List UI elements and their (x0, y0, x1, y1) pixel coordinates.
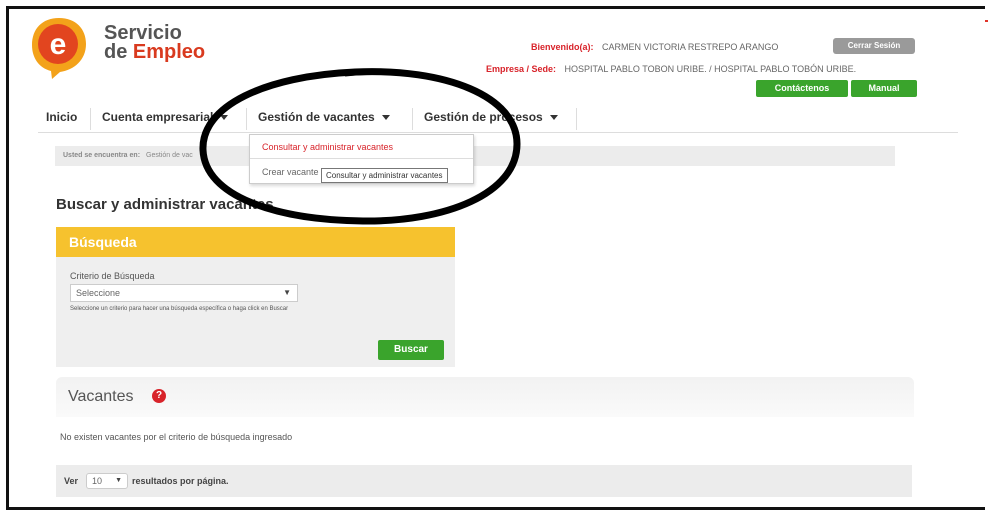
user-name: CARMEN VICTORIA RESTREPO ARANGO (602, 42, 779, 52)
main-nav: Inicio Cuenta empresarial Gestión de vac… (38, 104, 958, 133)
criteria-label: Criterio de Búsqueda (70, 271, 155, 281)
welcome-label: Bienvenido(a): (531, 42, 594, 52)
welcome-line: Bienvenido(a): CARMEN VICTORIA RESTREPO … (531, 42, 778, 52)
search-panel-header: Búsqueda (56, 227, 455, 257)
page-title: Buscar y administrar vacantes (56, 196, 274, 213)
vacancies-title: Vacantes (68, 388, 134, 405)
breadcrumb: Usted se encuentra en: Gestión de vac (55, 146, 895, 166)
nav-item-gestion-procesos[interactable]: Gestión de procesos (424, 104, 558, 133)
breadcrumb-label: Usted se encuentra en: (63, 152, 141, 159)
nav-divider (90, 108, 91, 130)
page-size-value: 10 (92, 476, 103, 486)
chevron-down-icon (549, 115, 558, 121)
nav-item-cuenta-empresarial[interactable]: Cuenta empresarial (102, 104, 229, 133)
menu-item-consultar-vacantes[interactable]: Consultar y administrar vacantes (250, 135, 473, 159)
criteria-select-value: Seleccione (76, 288, 121, 298)
company-label: Empresa / Sede: (486, 64, 557, 74)
brand-line2: de Empleo (104, 41, 206, 63)
criteria-hint: Seleccione un criterio para hacer una bú… (70, 306, 289, 312)
chevron-down-icon (381, 115, 390, 121)
nav-item-inicio[interactable]: Inicio (46, 104, 77, 133)
dropdown-arrow-icon: ▼ (283, 288, 291, 297)
page-size-select[interactable]: 10 ▼ (86, 473, 128, 489)
help-icon[interactable]: ? (152, 389, 166, 403)
breadcrumb-path[interactable]: Gestión de vac (146, 152, 193, 159)
chevron-down-icon (220, 115, 229, 121)
nav-item-gestion-vacantes[interactable]: Gestión de vacantes (258, 104, 390, 133)
search-button[interactable]: Buscar (378, 340, 444, 360)
search-panel: Búsqueda Criterio de Búsqueda Seleccione… (56, 227, 455, 367)
servicio-empleo-logo-icon[interactable]: e (30, 16, 88, 80)
company-line: Empresa / Sede: HOSPITAL PABLO TOBON URI… (486, 64, 856, 74)
logout-button[interactable]: Cerrar Sesión (833, 38, 915, 54)
page-size-suffix: resultados por página. (132, 476, 229, 486)
brand-name[interactable]: Servicio de Empleo (104, 23, 206, 63)
contact-button[interactable]: Contáctenos (756, 80, 848, 97)
criteria-select[interactable]: Seleccione ▼ (70, 284, 298, 302)
svg-text:e: e (50, 28, 67, 61)
page-size-label: Ver (64, 476, 79, 486)
dropdown-arrow-icon: ▼ (115, 477, 122, 484)
empty-results-message: No existen vacantes por el criterio de b… (60, 432, 293, 442)
nav-divider (412, 108, 413, 130)
nav-divider (576, 108, 577, 130)
company-name: HOSPITAL PABLO TOBON URIBE. / HOSPITAL P… (564, 64, 857, 74)
nav-divider (246, 108, 247, 130)
tooltip: Consultar y administrar vacantes (321, 168, 448, 183)
pagination-bar: Ver 10 ▼ resultados por página. (56, 465, 912, 497)
manual-button[interactable]: Manual (851, 80, 917, 97)
vacancies-header: Vacantes ? (56, 377, 914, 417)
